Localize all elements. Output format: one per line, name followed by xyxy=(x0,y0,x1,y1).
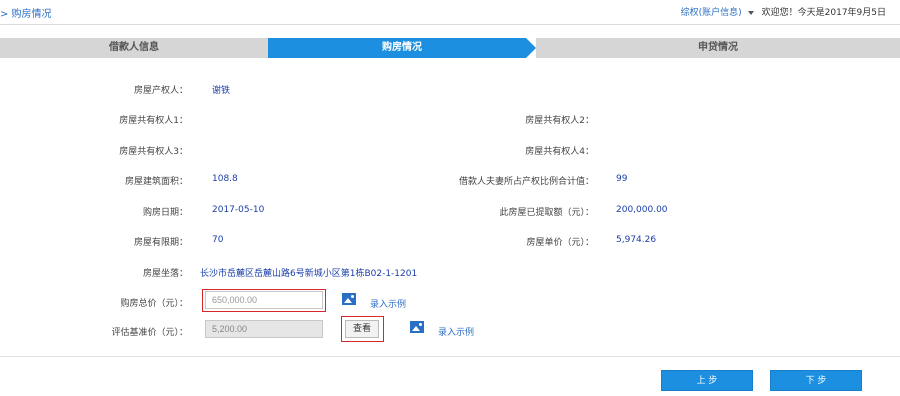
next-step-button[interactable]: 下 步 xyxy=(770,370,862,391)
prev-step-button[interactable]: 上 步 xyxy=(661,370,753,391)
welcome-text: 欢迎您！今天是2017年9月5日 xyxy=(761,8,886,18)
address-label: 房屋坐落： xyxy=(142,269,188,279)
account-link[interactable]: 综权(账户信息) xyxy=(681,8,742,18)
step-borrower-info: 借款人信息 xyxy=(0,38,268,58)
ratio-label: 借款人夫妻所占产权比例合计值： xyxy=(458,177,594,187)
image-icon[interactable] xyxy=(410,321,424,333)
appraisal-input[interactable] xyxy=(205,320,323,338)
purchase-date-value: 2017-05-10 xyxy=(212,205,265,215)
step-progress: 借款人信息 购房情况 申贷情况 xyxy=(0,38,900,58)
term-value: 70 xyxy=(212,235,224,245)
area-label: 房屋建筑面积： xyxy=(124,177,188,187)
step-purchase-info: 购房情况 xyxy=(268,38,536,58)
example-link-2[interactable]: 录入示例 xyxy=(438,325,474,338)
owner-value: 谢铁 xyxy=(212,86,231,96)
breadcrumb[interactable]: > 购房情况 xyxy=(0,5,52,20)
purchase-date-label: 购房日期： xyxy=(142,208,188,218)
owner-label: 房屋产权人： xyxy=(133,86,188,96)
withdrawn-value: 200,000.00 xyxy=(616,205,668,215)
total-price-input[interactable] xyxy=(205,291,323,309)
address-value: 长沙市岳麓区岳麓山路6号新城小区第1栋B02-1-1201 xyxy=(200,269,418,279)
co-owner3-label: 房屋共有权人3： xyxy=(119,147,188,157)
top-bar: > 购房情况 综权(账户信息) 欢迎您！今天是2017年9月5日 xyxy=(0,0,900,25)
ratio-value: 99 xyxy=(616,174,628,184)
divider xyxy=(0,356,900,357)
area-value: 108.8 xyxy=(212,174,238,184)
co-owner2-label: 房屋共有权人2： xyxy=(525,116,594,126)
unit-price-value: 5,974.26 xyxy=(616,235,657,245)
co-owner4-label: 房屋共有权人4： xyxy=(525,147,594,157)
co-owner1-label: 房屋共有权人1： xyxy=(119,116,188,126)
term-label: 房屋有限期： xyxy=(133,238,188,248)
image-icon[interactable] xyxy=(342,293,356,305)
step-loan-info: 申贷情况 xyxy=(536,38,900,58)
example-link-1[interactable]: 录入示例 xyxy=(370,297,406,310)
chevron-down-icon[interactable] xyxy=(747,10,754,15)
unit-price-label: 房屋单价（元）： xyxy=(526,238,594,248)
query-button[interactable]: 查看 xyxy=(345,320,379,338)
total-price-label: 购房总价（元）： xyxy=(120,299,188,309)
top-right-area: 综权(账户信息) 欢迎您！今天是2017年9月5日 xyxy=(681,5,886,18)
appraisal-label: 评估基准价（元）： xyxy=(111,328,188,338)
withdrawn-label: 此房屋已提取额（元）： xyxy=(499,208,594,218)
